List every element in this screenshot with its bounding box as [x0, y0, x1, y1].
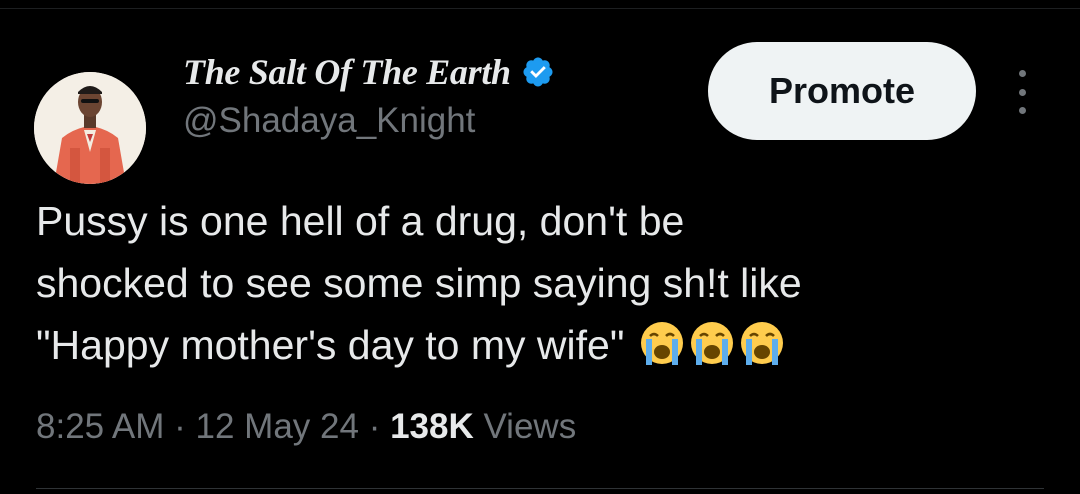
- more-dot: [1018, 107, 1026, 114]
- loudly-crying-face-icon: [740, 322, 783, 365]
- views-count[interactable]: 138K: [390, 407, 474, 446]
- meta-separator: ·: [358, 407, 391, 446]
- author-name-row[interactable]: The Salt Of The Earth: [183, 50, 555, 94]
- top-divider: [0, 8, 1080, 9]
- author-handle[interactable]: @Shadaya_Knight: [183, 99, 475, 143]
- views-label: Views: [473, 407, 577, 446]
- tweet-text-line-1: Pussy is one hell of a drug, don't be: [36, 198, 685, 244]
- tweet-date[interactable]: 12 May 24: [196, 407, 359, 446]
- loudly-crying-face-icon: [690, 322, 733, 365]
- bottom-divider: [36, 488, 1044, 489]
- tweet-text-line-2: shocked to see some simp saying sh!t lik…: [36, 260, 802, 306]
- promote-button[interactable]: Promote: [708, 42, 976, 140]
- tweet-text-line-3: "Happy mother's day to my wife": [36, 314, 1056, 376]
- tweet-time[interactable]: 8:25 AM: [36, 407, 164, 446]
- more-options-icon[interactable]: [1004, 68, 1040, 116]
- avatar-image: [34, 72, 146, 184]
- meta-separator: ·: [164, 407, 196, 446]
- tweet-quote-text: "Happy mother's day to my wife": [36, 322, 625, 368]
- more-dot: [1018, 88, 1026, 96]
- avatar[interactable]: [34, 72, 146, 184]
- more-dot: [1018, 70, 1026, 77]
- loudly-crying-face-icon: [640, 322, 683, 365]
- tweet-text: Pussy is one hell of a drug, don't be sh…: [36, 190, 1056, 376]
- author-display-name[interactable]: The Salt Of The Earth: [183, 50, 511, 94]
- tweet-meta: 8:25 AM · 12 May 24 · 138K Views: [36, 403, 576, 451]
- verified-badge-icon: [523, 57, 553, 87]
